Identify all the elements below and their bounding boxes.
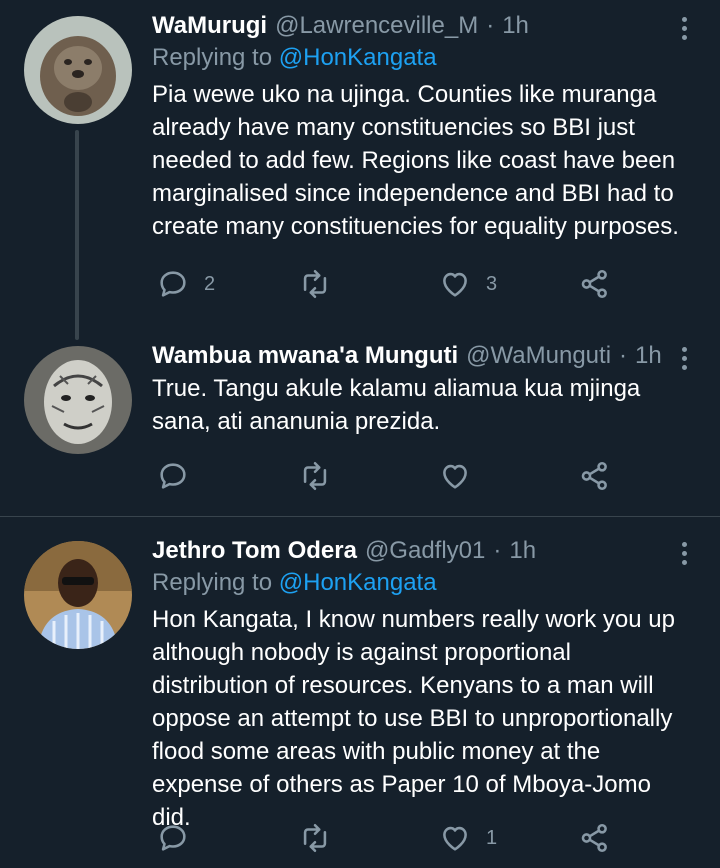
timestamp[interactable]: 1h (635, 340, 662, 372)
avatar[interactable] (24, 346, 132, 454)
tweet-text: Pia wewe uko na ujinga. Counties like mu… (152, 81, 679, 240)
replying-to-line: Replying to @HonKangata (152, 42, 680, 74)
tweet-header: WaMurugi @Lawrenceville_M · 1h (152, 10, 680, 42)
replying-to-mention[interactable]: @HonKangata (279, 569, 437, 596)
tweet-text: Hon Kangata, I know numbers really work … (152, 606, 675, 831)
avatar[interactable] (24, 16, 132, 124)
reply-icon (160, 825, 186, 851)
more-vertical-icon (681, 16, 687, 22)
separator: · (493, 537, 502, 564)
tweet-actions (152, 458, 632, 494)
share-button[interactable] (578, 266, 612, 302)
more-options-button[interactable] (672, 12, 696, 44)
separator: · (619, 342, 628, 369)
reply-button[interactable]: 2 (156, 266, 215, 302)
more-options-button[interactable] (672, 537, 696, 569)
tweet-feed: WaMurugi @Lawrenceville_M · 1h Replying … (0, 0, 720, 868)
retweet-button[interactable] (298, 458, 346, 494)
tweet-text: True. Tangu akule kalamu aliamua kua mji… (152, 375, 641, 435)
reply-icon (160, 271, 186, 297)
tweet[interactable]: WaMurugi @Lawrenceville_M · 1h Replying … (0, 0, 720, 340)
thread-connector-line (75, 130, 79, 340)
share-button[interactable] (578, 458, 612, 494)
share-icon (581, 461, 607, 491)
replying-to-label: Replying to (152, 44, 273, 71)
replying-to-line: Replying to @HonKangata (152, 567, 680, 599)
replying-to-mention[interactable]: @HonKangata (279, 44, 437, 71)
retweet-icon (303, 461, 327, 491)
otter-avatar-image (24, 16, 132, 124)
share-icon (581, 823, 607, 853)
heart-icon (443, 464, 467, 489)
retweet-button[interactable] (298, 266, 346, 302)
more-options-button[interactable] (672, 342, 696, 374)
user-handle[interactable]: @Gadfly01 (365, 535, 485, 567)
like-button[interactable]: 1 (438, 820, 497, 856)
reply-button[interactable] (156, 820, 204, 856)
timestamp[interactable]: 1h (502, 10, 529, 42)
tweet-actions: 2 3 (152, 266, 632, 302)
tweet[interactable]: Wambua mwana'a Munguti @WaMunguti · 1h T… (0, 338, 720, 516)
heart-icon (443, 826, 467, 851)
heart-icon (443, 272, 467, 297)
reply-button[interactable] (156, 458, 204, 494)
tweet-header: Wambua mwana'a Munguti @WaMunguti · 1h (152, 340, 680, 372)
like-button[interactable] (438, 458, 486, 494)
more-vertical-icon (681, 541, 687, 547)
display-name[interactable]: Jethro Tom Odera (152, 535, 357, 567)
reply-count: 2 (204, 272, 216, 295)
tweet-header: Jethro Tom Odera @Gadfly01 · 1h (152, 535, 680, 567)
user-handle[interactable]: @Lawrenceville_M (275, 10, 478, 42)
man-portrait-avatar-image (24, 541, 132, 649)
share-icon (581, 269, 607, 299)
like-button[interactable]: 3 (438, 266, 497, 302)
retweet-icon (303, 269, 327, 299)
separator: · (486, 12, 495, 39)
timestamp[interactable]: 1h (509, 535, 536, 567)
avatar[interactable] (24, 541, 132, 649)
share-button[interactable] (578, 820, 612, 856)
user-handle[interactable]: @WaMunguti (466, 340, 611, 372)
like-count: 3 (486, 272, 498, 295)
tweet[interactable]: Jethro Tom Odera @Gadfly01 · 1h Replying… (0, 517, 720, 868)
tweet-actions: 1 (152, 820, 632, 856)
more-vertical-icon (681, 346, 687, 352)
replying-to-label: Replying to (152, 569, 273, 596)
painted-face-avatar-image (24, 346, 132, 454)
like-count: 1 (486, 826, 498, 849)
display-name[interactable]: Wambua mwana'a Munguti (152, 340, 458, 372)
display-name[interactable]: WaMurugi (152, 10, 267, 42)
retweet-button[interactable] (298, 820, 346, 856)
retweet-icon (303, 823, 327, 853)
reply-icon (160, 463, 186, 489)
